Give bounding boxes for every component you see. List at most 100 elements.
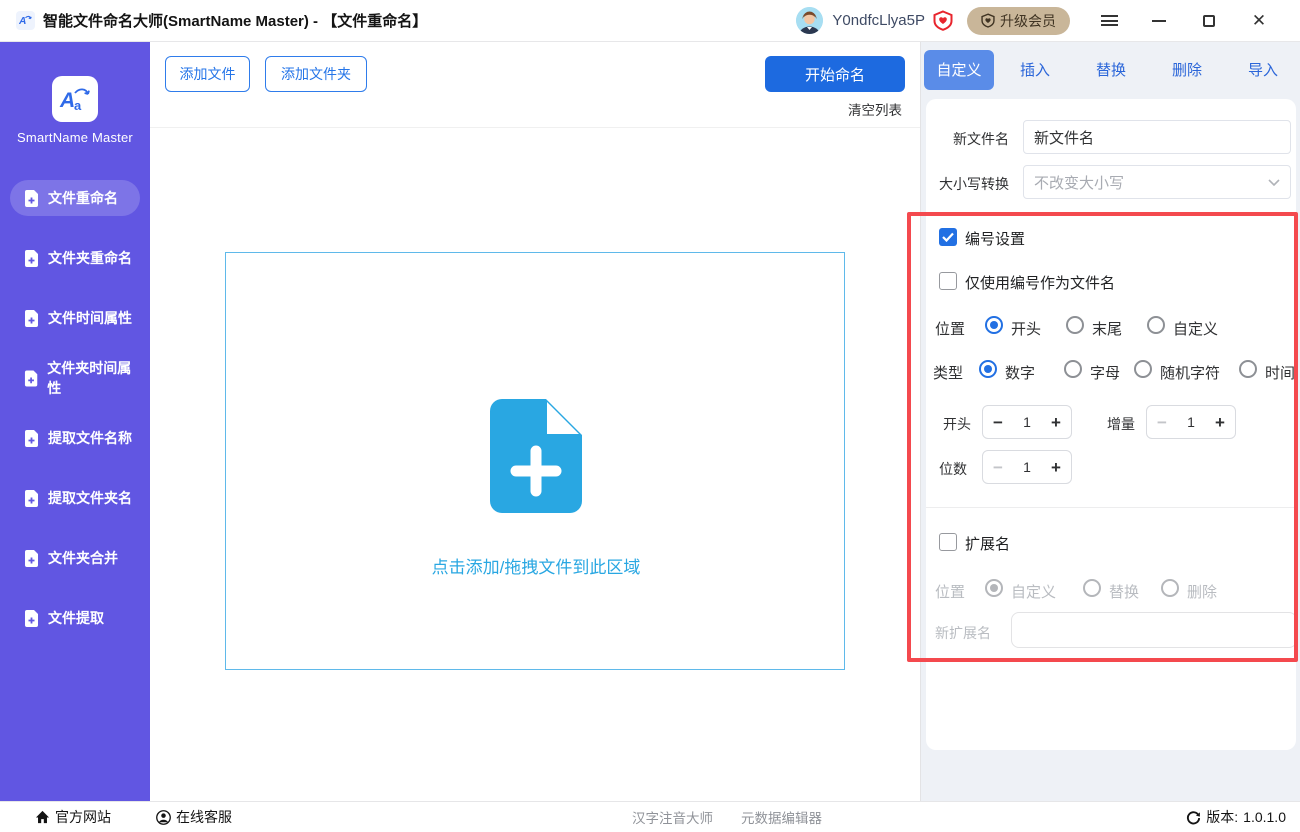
add-files-button[interactable]: 添加文件 (165, 56, 250, 92)
increase-button[interactable]: + (1215, 414, 1225, 431)
window-title: 智能文件命名大师(SmartName Master) - 【文件重命名】 (43, 10, 427, 31)
decrease-button: − (993, 459, 1003, 476)
increment-stepper: − 1 + (1146, 405, 1236, 439)
sidebar-item-folder-merge[interactable]: 文件夹合并 (10, 540, 140, 576)
digits-value[interactable]: 1 (1023, 459, 1031, 475)
metadata-editor-link[interactable]: 元数据编辑器 (741, 807, 822, 827)
tab-delete[interactable]: 删除 (1149, 42, 1225, 97)
sidebar-item-extract-foldername[interactable]: 提取文件夹名 (10, 480, 140, 516)
ext-custom-radio (985, 579, 1003, 597)
tab-insert[interactable]: 插入 (997, 42, 1073, 97)
sidebar: A a SmartName Master 文件重命名 文件夹重命名 文件时间属性… (0, 42, 150, 801)
online-support-label: 在线客服 (176, 807, 232, 827)
only-number-label: 仅使用编号作为文件名 (965, 272, 1115, 293)
sidebar-item-folder-time[interactable]: 文件夹时间属性 (10, 360, 140, 396)
file-dropzone[interactable]: 点击添加/拖拽文件到此区域 (225, 252, 845, 670)
upgrade-vip-button[interactable]: 升级会员 (967, 7, 1070, 35)
sidebar-item-file-extract[interactable]: 文件提取 (10, 600, 140, 636)
increment-value[interactable]: 1 (1187, 414, 1195, 430)
position-custom-label: 自定义 (1173, 318, 1218, 339)
sidebar-item-label: 文件夹重命名 (48, 248, 132, 268)
tab-import[interactable]: 导入 (1225, 42, 1300, 97)
type-number-radio[interactable] (979, 360, 997, 378)
upgrade-vip-label: 升级会员 (1000, 11, 1056, 31)
increase-button[interactable]: + (1051, 459, 1061, 476)
case-convert-select[interactable]: 不改变大小写 (1023, 165, 1291, 199)
online-support-link[interactable]: 在线客服 (156, 807, 232, 827)
toolbar-divider (150, 127, 920, 128)
digits-label: 位数 (939, 459, 967, 479)
settings-panel: 自定义 插入 替换 删除 导入 新文件名 大小写转换 不改变大小写 编号设置 仅… (920, 42, 1300, 801)
sidebar-item-label: 文件提取 (48, 608, 104, 628)
user-avatar[interactable] (796, 7, 823, 34)
number-position-label: 位置 (935, 318, 965, 339)
file-plus-icon (24, 190, 39, 207)
type-time-label: 时间 (1265, 362, 1295, 383)
type-time-radio[interactable] (1239, 360, 1257, 378)
sidebar-item-file-rename[interactable]: 文件重命名 (10, 180, 140, 216)
tab-replace[interactable]: 替换 (1073, 42, 1149, 97)
sidebar-item-label: 提取文件夹名 (48, 488, 132, 508)
main-area: 添加文件 添加文件夹 开始命名 清空列表 点击添加/拖拽文件到此区域 (150, 42, 920, 801)
sidebar-item-label: 文件夹时间属性 (47, 358, 140, 398)
official-site-label: 官方网站 (55, 807, 111, 827)
type-letter-label: 字母 (1090, 362, 1120, 383)
start-number-value[interactable]: 1 (1023, 414, 1031, 430)
chevron-down-icon (1268, 179, 1280, 186)
numbering-checkbox[interactable] (939, 228, 957, 246)
type-random-label: 随机字符 (1160, 362, 1220, 383)
file-add-icon (490, 399, 582, 518)
official-site-link[interactable]: 官方网站 (35, 807, 111, 827)
refresh-icon[interactable] (1186, 810, 1201, 825)
app-window: A 智能文件命名大师(SmartName Master) - 【文件重命名】 Y… (0, 0, 1300, 832)
add-folder-button[interactable]: 添加文件夹 (265, 56, 367, 92)
maximize-button[interactable] (1184, 0, 1234, 42)
sidebar-item-file-time[interactable]: 文件时间属性 (10, 300, 140, 336)
extension-checkbox[interactable] (939, 533, 957, 551)
file-plus-icon (24, 310, 39, 327)
sidebar-item-extract-filename[interactable]: 提取文件名称 (10, 420, 140, 456)
section-divider (926, 507, 1296, 508)
footer-bar: 官方网站 在线客服 汉字注音大师 元数据编辑器 版本: 1.0.1.0 (0, 801, 1300, 832)
menu-button[interactable] (1084, 0, 1134, 42)
shield-heart-icon (981, 13, 995, 28)
digits-stepper: − 1 + (982, 450, 1072, 484)
clear-list-button[interactable]: 清空列表 (848, 99, 902, 119)
extension-position-label: 位置 (935, 581, 965, 602)
new-extension-label: 新扩展名 (935, 623, 991, 643)
start-rename-button[interactable]: 开始命名 (765, 56, 905, 92)
tab-custom[interactable]: 自定义 (921, 42, 997, 97)
pinyin-master-link[interactable]: 汉字注音大师 (632, 807, 713, 827)
position-start-radio[interactable] (985, 316, 1003, 334)
numbering-label: 编号设置 (965, 228, 1025, 249)
svg-text:a: a (74, 98, 82, 113)
new-name-input[interactable] (1023, 120, 1291, 154)
sidebar-item-folder-rename[interactable]: 文件夹重命名 (10, 240, 140, 276)
start-number-label: 开头 (943, 414, 971, 434)
file-plus-icon (24, 490, 39, 507)
increase-button[interactable]: + (1051, 414, 1061, 431)
panel-tabs: 自定义 插入 替换 删除 导入 (921, 42, 1300, 97)
app-icon: A (16, 11, 35, 30)
type-letter-radio[interactable] (1064, 360, 1082, 378)
svg-text:A: A (59, 89, 75, 112)
sidebar-item-label: 文件时间属性 (48, 308, 132, 328)
type-random-radio[interactable] (1134, 360, 1152, 378)
only-number-checkbox[interactable] (939, 272, 957, 290)
close-button[interactable]: ✕ (1234, 0, 1284, 42)
new-name-label: 新文件名 (953, 129, 1009, 149)
position-end-radio[interactable] (1066, 316, 1084, 334)
extension-label: 扩展名 (965, 533, 1010, 554)
minimize-button[interactable] (1134, 0, 1184, 42)
file-plus-icon (24, 610, 39, 627)
sidebar-item-label: 文件重命名 (48, 188, 118, 208)
file-plus-icon (24, 550, 39, 567)
check-icon (942, 232, 954, 242)
version-label: 版本: (1206, 807, 1238, 827)
number-type-label: 类型 (933, 362, 963, 383)
ext-custom-label: 自定义 (1011, 581, 1056, 602)
decrease-button[interactable]: − (993, 414, 1003, 431)
position-custom-radio[interactable] (1147, 316, 1165, 334)
support-person-icon (156, 810, 171, 825)
app-logo: A a (52, 76, 98, 122)
